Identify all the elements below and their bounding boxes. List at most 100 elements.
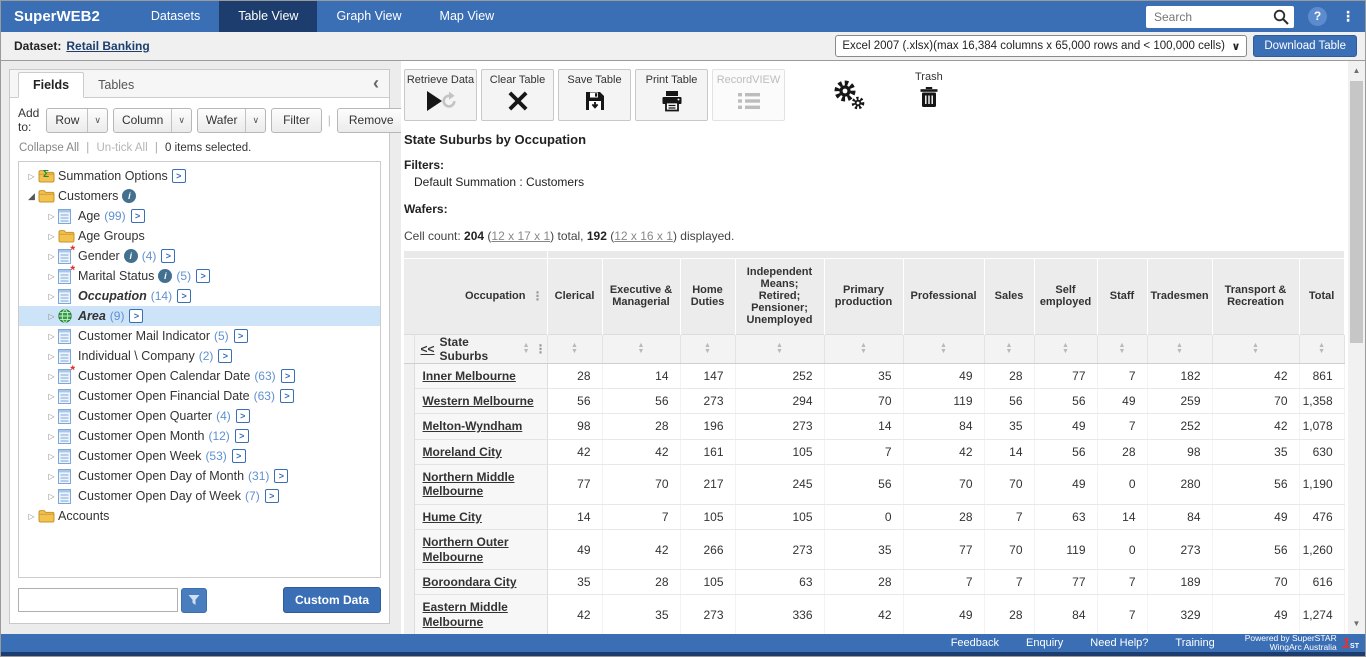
column-sort-cell[interactable]: ▲▼ <box>547 334 602 363</box>
expand-node-icon[interactable]: ▷ <box>45 472 58 481</box>
expand-node-icon[interactable]: ▷ <box>45 232 58 241</box>
row-label-link[interactable]: Moreland City <box>423 445 502 459</box>
row-label-link[interactable]: Eastern Middle Melbourne <box>423 600 508 628</box>
tree-item-marital-status[interactable]: ▷*Marital Statusi(5)> <box>19 266 380 286</box>
column-sort-cell[interactable]: ▲▼ <box>1212 334 1299 363</box>
expand-node-icon[interactable]: ▷ <box>45 312 58 321</box>
column-sort-cell[interactable]: ▲▼ <box>1097 334 1147 363</box>
scroll-down-icon[interactable]: ▼ <box>1348 616 1365 632</box>
column-sort-cell[interactable]: ▲▼ <box>984 334 1034 363</box>
field-search-input[interactable] <box>18 588 178 612</box>
add-field-arrow-button[interactable]: > <box>232 449 246 463</box>
sidebar-tab-fields[interactable]: Fields <box>18 72 84 98</box>
field-filter-button[interactable] <box>181 588 207 613</box>
expand-node-icon[interactable]: ▷ <box>45 292 58 301</box>
sort-toggle-icon[interactable]: ▲▼ <box>1176 343 1183 355</box>
sort-toggle-icon[interactable]: ▲▼ <box>1119 343 1126 355</box>
tree-item-accounts[interactable]: ▷Accounts <box>19 506 380 526</box>
collapse-rows-link[interactable]: << <box>421 342 435 356</box>
collapse-all-link[interactable]: Collapse All <box>19 142 79 154</box>
column-sort-cell[interactable]: ▲▼ <box>602 334 680 363</box>
sort-toggle-icon[interactable]: ▲▼ <box>860 343 867 355</box>
displayed-dims-link[interactable]: 12 x 16 x 1 <box>614 229 673 243</box>
download-table-button[interactable]: Download Table <box>1253 35 1357 57</box>
row-label-link[interactable]: Northern Outer Melbourne <box>423 535 509 563</box>
sort-toggle-icon[interactable]: ▲▼ <box>776 343 783 355</box>
add-field-arrow-button[interactable]: > <box>280 389 294 403</box>
sort-toggle-icon[interactable]: ▲▼ <box>523 343 530 355</box>
kebab-menu-icon[interactable]: ⋮ <box>532 289 544 303</box>
toolbar-print-table-button[interactable]: Print Table <box>635 69 708 121</box>
sort-toggle-icon[interactable]: ▲▼ <box>1318 343 1325 355</box>
expand-node-icon[interactable]: ▷ <box>25 172 38 181</box>
tree-item-occupation[interactable]: ▷Occupation(14)> <box>19 286 380 306</box>
add-to-wafer-dropdown[interactable]: Wafer∨ <box>197 108 266 133</box>
add-field-arrow-button[interactable]: > <box>236 409 250 423</box>
add-field-arrow-button[interactable]: > <box>265 489 279 503</box>
untick-all-link[interactable]: Un-tick All <box>97 142 148 154</box>
expand-node-icon[interactable]: ▷ <box>45 452 58 461</box>
column-sort-cell[interactable]: ▲▼ <box>735 334 824 363</box>
column-sort-cell[interactable]: ▲▼ <box>680 334 735 363</box>
trash-button[interactable]: Trash <box>915 71 943 111</box>
footer-link-enquiry[interactable]: Enquiry <box>1026 637 1063 649</box>
nav-tab-table-view[interactable]: Table View <box>219 1 317 32</box>
add-field-arrow-button[interactable]: > <box>131 209 145 223</box>
tree-item-customer-open-day-of-month[interactable]: ▷Customer Open Day of Month(31)> <box>19 466 380 486</box>
sidebar-collapse-icon[interactable]: ‹ <box>373 73 379 94</box>
tree-item-customer-open-week[interactable]: ▷Customer Open Week(53)> <box>19 446 380 466</box>
add-field-arrow-button[interactable]: > <box>129 309 143 323</box>
expand-node-icon[interactable]: ▷ <box>45 212 58 221</box>
row-label-link[interactable]: Inner Melbourne <box>423 369 516 383</box>
add-field-arrow-button[interactable]: > <box>172 169 186 183</box>
footer-link-need-help[interactable]: Need Help? <box>1090 637 1148 649</box>
column-sort-cell[interactable]: ▲▼ <box>903 334 984 363</box>
expand-node-icon[interactable]: ▷ <box>45 252 58 261</box>
filter-button[interactable]: Filter <box>271 108 322 133</box>
add-field-arrow-button[interactable]: > <box>218 349 232 363</box>
expand-node-icon[interactable]: ▷ <box>45 352 58 361</box>
add-field-arrow-button[interactable]: > <box>196 269 210 283</box>
add-field-arrow-button[interactable]: > <box>177 289 191 303</box>
expand-node-icon[interactable]: ▷ <box>45 272 58 281</box>
row-label-link[interactable]: Hume City <box>423 510 482 524</box>
column-sort-cell[interactable]: ▲▼ <box>1299 334 1344 363</box>
nav-tab-map-view[interactable]: Map View <box>421 1 514 32</box>
tree-item-customer-open-month[interactable]: ▷Customer Open Month(12)> <box>19 426 380 446</box>
scrollbar-thumb[interactable] <box>1350 81 1363 343</box>
expand-node-icon[interactable]: ▷ <box>45 432 58 441</box>
dataset-link[interactable]: Retail Banking <box>66 39 149 53</box>
table-options-gears-icon[interactable] <box>831 79 867 114</box>
row-label-link[interactable]: Boroondara City <box>423 575 517 589</box>
nav-tab-graph-view[interactable]: Graph View <box>317 1 420 32</box>
search-input[interactable] <box>1154 10 1272 24</box>
collapse-node-icon[interactable]: ◢ <box>25 191 38 202</box>
row-label-link[interactable]: Melton-Wyndham <box>423 419 523 433</box>
expand-node-icon[interactable]: ▷ <box>45 372 58 381</box>
expand-node-icon[interactable]: ▷ <box>25 512 38 521</box>
overflow-menu-icon[interactable]: ⋮ <box>1341 7 1355 26</box>
info-icon[interactable]: i <box>158 269 172 283</box>
tree-item-area[interactable]: ▷Area(9)> <box>19 306 380 326</box>
add-to-column-dropdown[interactable]: Column∨ <box>113 108 192 133</box>
add-field-arrow-button[interactable]: > <box>274 469 288 483</box>
column-sort-cell[interactable]: ▲▼ <box>1147 334 1212 363</box>
sort-toggle-icon[interactable]: ▲▼ <box>1006 343 1013 355</box>
tree-item-summation-options[interactable]: ▷ΣSummation Options> <box>19 166 380 186</box>
add-field-arrow-button[interactable]: > <box>235 429 249 443</box>
toolbar-clear-table-button[interactable]: Clear Table <box>481 69 554 121</box>
toolbar-save-table-button[interactable]: Save Table <box>558 69 631 121</box>
tree-item-customer-open-financial-date[interactable]: ▷Customer Open Financial Date(63)> <box>19 386 380 406</box>
expand-node-icon[interactable]: ▷ <box>45 412 58 421</box>
sort-toggle-icon[interactable]: ▲▼ <box>571 343 578 355</box>
footer-link-training[interactable]: Training <box>1175 637 1214 649</box>
export-format-select[interactable]: Excel 2007 (.xlsx)(max 16,384 columns x … <box>835 35 1247 57</box>
column-dimension-header[interactable]: Occupation⋮ <box>404 258 547 334</box>
remove-button[interactable]: Remove <box>337 108 406 133</box>
toolbar-retrieve-data-button[interactable]: Retrieve Data <box>404 69 477 121</box>
row-label-link[interactable]: Northern Middle Melbourne <box>423 470 515 498</box>
total-dims-link[interactable]: 12 x 17 x 1 <box>491 229 550 243</box>
row-label-link[interactable]: Western Melbourne <box>423 394 534 408</box>
scroll-up-icon[interactable]: ▲ <box>1348 63 1365 79</box>
column-sort-cell[interactable]: ▲▼ <box>1034 334 1097 363</box>
